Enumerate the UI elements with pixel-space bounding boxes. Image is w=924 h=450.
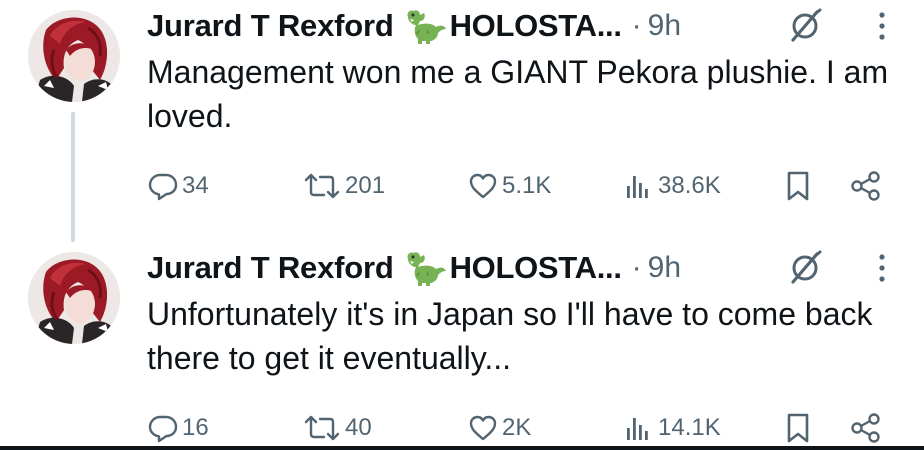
tweet-header: Jurard T Rexford HOLOSTA... · 9h bbox=[147, 6, 907, 46]
views-button[interactable]: 14.1K bbox=[623, 408, 721, 448]
bookmark-button[interactable] bbox=[783, 166, 813, 206]
speech-bubble-icon bbox=[148, 173, 178, 201]
share-icon bbox=[851, 171, 880, 201]
tweet-header: Jurard T Rexford HOLOSTA... · 9h bbox=[147, 248, 907, 288]
dinosaur-emoji-icon bbox=[404, 7, 448, 45]
retweet-button[interactable]: 40 bbox=[302, 408, 372, 448]
bottom-divider bbox=[0, 446, 924, 450]
separator: · bbox=[631, 9, 642, 42]
tweet-actions: 34 201 5.1K 38.6K bbox=[147, 166, 907, 206]
view-count: 14.1K bbox=[658, 414, 721, 441]
author-name-suffix[interactable]: HOLOSTA... bbox=[450, 8, 622, 44]
timestamp[interactable]: 9h bbox=[648, 9, 681, 43]
reply-count: 16 bbox=[182, 414, 209, 441]
separator: · bbox=[631, 251, 642, 284]
bookmark-icon bbox=[787, 413, 809, 443]
bar-chart-icon bbox=[627, 418, 648, 440]
retweet-arrows-icon bbox=[304, 173, 340, 199]
reply-count: 34 bbox=[182, 172, 209, 199]
reply-button[interactable]: 34 bbox=[147, 166, 209, 206]
author-name-suffix[interactable]: HOLOSTA... bbox=[450, 250, 622, 286]
heart-icon bbox=[469, 173, 497, 199]
reply-button[interactable]: 16 bbox=[147, 408, 209, 448]
tweet[interactable]: Jurard T Rexford HOLOSTA... · 9h bbox=[0, 240, 924, 450]
author-name[interactable]: Jurard T Rexford bbox=[147, 8, 394, 44]
tweet-text: Management won me a GIANT Pekora plushie… bbox=[147, 54, 889, 134]
share-button[interactable] bbox=[849, 408, 883, 448]
heart-icon bbox=[469, 415, 497, 441]
grok-icon[interactable] bbox=[787, 250, 823, 286]
retweet-button[interactable]: 201 bbox=[302, 166, 385, 206]
speech-bubble-icon bbox=[148, 415, 178, 443]
bookmark-button[interactable] bbox=[783, 408, 813, 448]
red-haired-anime-avatar-icon bbox=[28, 10, 120, 102]
thread-line bbox=[71, 112, 75, 242]
retweet-arrows-icon bbox=[304, 415, 340, 441]
timeline: Jurard T Rexford HOLOSTA... · 9h Managem… bbox=[0, 0, 924, 450]
red-haired-anime-avatar-icon bbox=[28, 252, 120, 344]
grok-icon[interactable] bbox=[787, 8, 823, 44]
like-count: 2K bbox=[502, 414, 532, 441]
bookmark-icon bbox=[787, 171, 809, 201]
tweet-actions: 16 40 2K 14.1K bbox=[147, 408, 907, 448]
more-options-icon[interactable] bbox=[875, 248, 889, 288]
author-name[interactable]: Jurard T Rexford bbox=[147, 250, 394, 286]
more-options-icon[interactable] bbox=[875, 6, 889, 46]
tweet-text: Unfortunately it's in Japan so I'll have… bbox=[147, 296, 873, 376]
tweet[interactable]: Jurard T Rexford HOLOSTA... · 9h bbox=[0, 0, 924, 242]
views-button[interactable]: 38.6K bbox=[623, 166, 721, 206]
retweet-count: 201 bbox=[345, 172, 386, 199]
avatar[interactable] bbox=[28, 252, 120, 344]
like-button[interactable]: 2K bbox=[467, 408, 531, 448]
share-icon bbox=[851, 413, 880, 443]
retweet-count: 40 bbox=[345, 414, 372, 441]
dinosaur-emoji-icon bbox=[404, 249, 448, 287]
bar-chart-icon bbox=[627, 176, 648, 198]
like-count: 5.1K bbox=[502, 172, 552, 199]
like-button[interactable]: 5.1K bbox=[467, 166, 551, 206]
avatar[interactable] bbox=[28, 10, 120, 102]
share-button[interactable] bbox=[849, 166, 883, 206]
view-count: 38.6K bbox=[658, 172, 721, 199]
timestamp[interactable]: 9h bbox=[648, 251, 681, 285]
